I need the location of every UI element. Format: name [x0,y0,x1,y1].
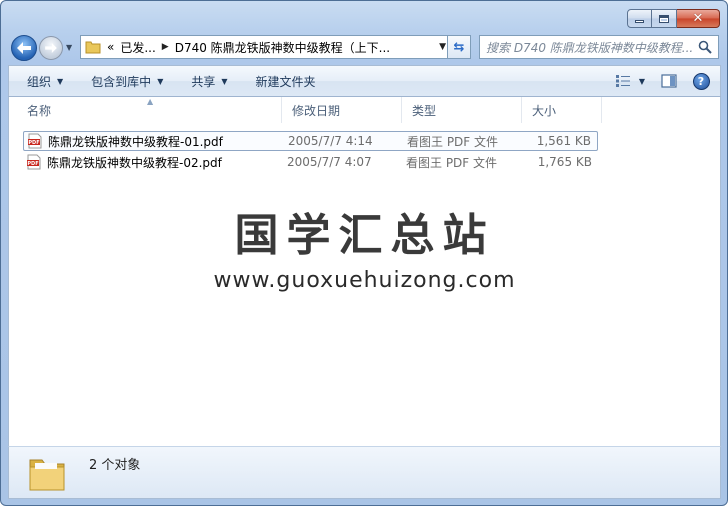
explorer-window: ✕ ▼ « 已发... ▶ D740 陈鼎龙铁版神数中级教程（上下... ▼ ⇆… [0,0,728,506]
refresh-icon: ⇆ [453,39,465,55]
change-view-button[interactable] [612,71,634,91]
share-button[interactable]: 共享 ▼ [181,70,237,92]
share-label: 共享 [191,74,216,89]
chevron-down-icon: ▼ [221,76,228,86]
recent-pages-dropdown[interactable]: ▼ [66,44,75,52]
chevron-down-icon: ▼ [57,76,64,86]
column-header-name[interactable]: 名称 ▲ [17,97,282,123]
help-button[interactable]: ? [690,71,712,91]
minimize-icon [635,20,644,23]
include-in-library-label: 包含到库中 [91,74,152,89]
pdf-icon: PDF [28,133,42,149]
organize-label: 组织 [27,74,52,89]
breadcrumb-item[interactable]: D740 陈鼎龙铁版神数中级教程（上下... [175,39,390,56]
column-header-size[interactable]: 大小 [522,97,602,123]
search-box[interactable]: 搜索 D740 陈鼎龙铁版神数中级教程... [479,35,719,59]
view-dropdown-button[interactable]: ▼ [636,71,648,91]
watermark: 国学汇总站 www.guoxuehuizong.com [9,210,720,293]
file-name: 陈鼎龙铁版神数中级教程-01.pdf [48,134,223,149]
new-folder-label: 新建文件夹 [255,74,316,89]
svg-text:PDF: PDF [27,161,38,167]
watermark-title: 国学汇总站 [234,210,495,261]
include-in-library-button[interactable]: 包含到库中 ▼ [81,70,173,92]
details-pane: 2 个对象 [8,446,721,499]
back-arrow-icon [17,42,31,54]
back-button[interactable] [11,35,37,61]
column-modified-label: 修改日期 [292,103,341,118]
folder-icon [85,41,101,54]
column-header-row: 名称 ▲ 修改日期 类型 大小 [9,97,720,123]
view-controls: ▼ ? [602,71,712,91]
close-button[interactable]: ✕ [677,9,720,28]
file-modified: 2005/7/7 4:14 [288,134,373,148]
preview-pane-button[interactable] [658,71,680,91]
column-type-label: 类型 [412,103,437,118]
breadcrumb-overflow[interactable]: « [107,40,114,54]
item-count: 2 个对象 [89,458,141,473]
file-modified: 2005/7/7 4:07 [287,155,372,169]
search-input[interactable]: 搜索 D740 陈鼎龙铁版神数中级教程... [480,39,692,56]
organize-button[interactable]: 组织 ▼ [17,70,73,92]
forward-arrow-icon [45,43,57,53]
sort-ascending-icon: ▲ [147,97,154,106]
view-details-icon [616,75,630,87]
breadcrumb-item[interactable]: 已发... [120,39,155,56]
file-type: 看图王 PDF 文件 [406,155,498,170]
watermark-url: www.guoxuehuizong.com [213,268,516,293]
column-size-label: 大小 [532,103,557,118]
column-name-label: 名称 [27,103,52,118]
preview-pane-icon [661,74,677,88]
minimize-button[interactable] [627,9,652,28]
file-row[interactable]: PDF 陈鼎龙铁版神数中级教程-02.pdf 2005/7/7 4:07 看图王… [23,152,598,172]
chevron-down-icon: ▼ [638,76,646,86]
chevron-down-icon: ▼ [157,76,164,86]
refresh-button[interactable]: ⇆ [447,35,471,59]
breadcrumb-chevron-icon[interactable]: ▶ [162,42,169,52]
column-header-modified[interactable]: 修改日期 [282,97,402,123]
address-dropdown-icon[interactable]: ▼ [439,42,446,52]
maximize-icon [659,14,669,23]
file-row[interactable]: PDF 陈鼎龙铁版神数中级教程-01.pdf 2005/7/7 4:14 看图王… [23,131,598,151]
navigation-bar: ▼ « 已发... ▶ D740 陈鼎龙铁版神数中级教程（上下... ▼ ⇆ 搜… [11,35,719,61]
file-size: 1,765 KB [537,155,592,169]
file-size: 1,561 KB [536,134,591,148]
file-list-pane: 名称 ▲ 修改日期 类型 大小 PDF 陈鼎龙铁版神数中级教程-01.pdf 2… [8,97,721,446]
svg-text:PDF: PDF [28,140,39,146]
file-type: 看图王 PDF 文件 [407,134,499,149]
close-icon: ✕ [692,11,704,26]
column-header-type[interactable]: 类型 [402,97,522,123]
folder-icon [29,459,65,491]
help-icon: ? [692,72,710,90]
caption-buttons: ✕ [627,9,720,28]
forward-button[interactable] [39,36,63,60]
command-bar: 组织 ▼ 包含到库中 ▼ 共享 ▼ 新建文件夹 ▼ ? [8,65,721,97]
file-name: 陈鼎龙铁版神数中级教程-02.pdf [47,155,222,170]
address-bar[interactable]: « 已发... ▶ D740 陈鼎龙铁版神数中级教程（上下... ▼ [80,35,453,59]
search-icon[interactable] [698,40,712,54]
new-folder-button[interactable]: 新建文件夹 [246,70,326,92]
pdf-icon: PDF [27,154,41,170]
maximize-button[interactable] [652,9,677,28]
